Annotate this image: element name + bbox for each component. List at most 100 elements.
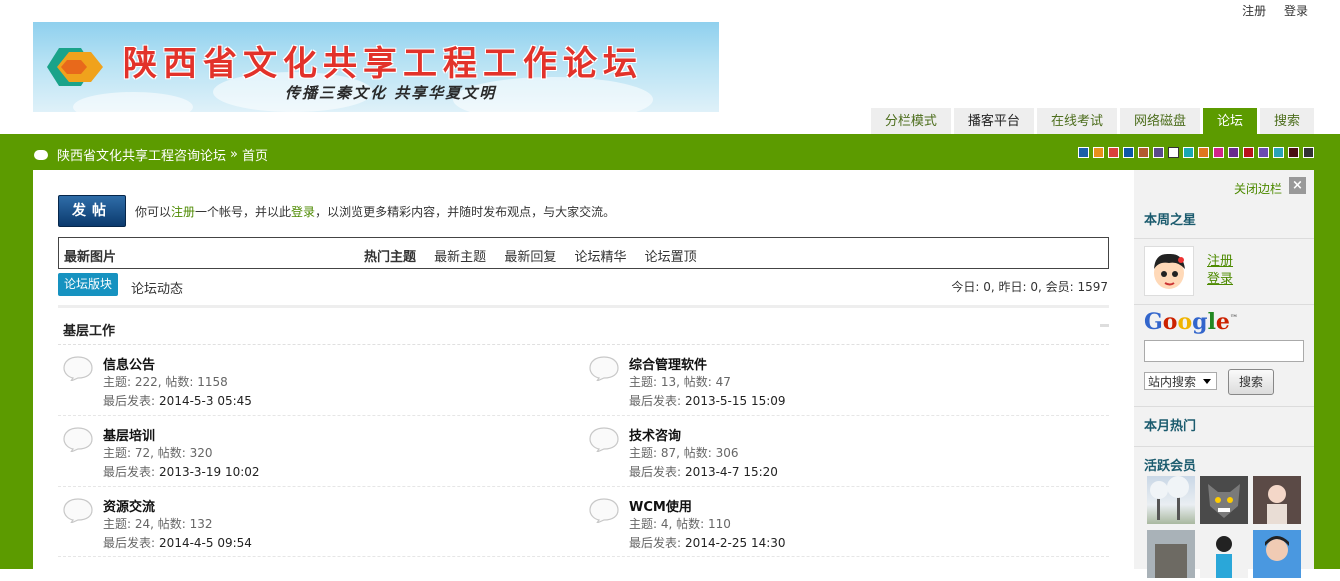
forum-stats: 主题: 13, 帖数: 47 bbox=[629, 375, 731, 389]
color-swatch[interactable] bbox=[1138, 147, 1149, 158]
google-logo: Google™ bbox=[1144, 309, 1238, 335]
section-title[interactable]: 基层工作 bbox=[63, 320, 115, 339]
last-post-time[interactable]: 2013-4-7 15:20 bbox=[685, 465, 778, 479]
color-swatch[interactable] bbox=[1258, 147, 1269, 158]
tab-latest-replies[interactable]: 最新回复 bbox=[504, 250, 556, 265]
tab-forum[interactable]: 论坛 bbox=[1202, 108, 1257, 134]
color-swatch[interactable] bbox=[1228, 147, 1239, 158]
forum-bubble-icon bbox=[62, 426, 94, 454]
forum-last-post: 最后发表: 2013-4-7 15:20 bbox=[629, 465, 778, 479]
color-swatch[interactable] bbox=[1123, 147, 1134, 158]
member-avatar[interactable] bbox=[1200, 476, 1248, 524]
forum-item[interactable]: 基层培训主题: 72, 帖数: 320 最后发表: 2013-3-19 10:02 bbox=[58, 421, 558, 483]
color-swatch[interactable] bbox=[1183, 147, 1194, 158]
notice-login-link[interactable]: 登录 bbox=[291, 205, 315, 219]
last-post-time[interactable]: 2013-5-15 15:09 bbox=[685, 394, 786, 408]
tab-forum-activity[interactable]: 论坛动态 bbox=[131, 278, 183, 297]
close-icon[interactable]: × bbox=[1289, 177, 1306, 194]
divider bbox=[58, 556, 1109, 557]
color-swatch[interactable] bbox=[1303, 147, 1314, 158]
search-scope-select[interactable]: 站内搜索 bbox=[1144, 372, 1217, 390]
color-swatch[interactable] bbox=[1243, 147, 1254, 158]
tab-digest[interactable]: 论坛精华 bbox=[574, 250, 626, 265]
divider bbox=[1134, 446, 1314, 447]
forum-item[interactable]: 技术咨询 主题: 87, 帖数: 306 最后发表: 2013-4-7 15:20 bbox=[584, 421, 1084, 483]
google-search-input[interactable] bbox=[1144, 340, 1304, 362]
breadcrumb-forum[interactable]: 陕西省文化共享工程咨询论坛 bbox=[57, 145, 226, 164]
forum-bubble-icon bbox=[588, 355, 620, 383]
forum-name[interactable]: 信息公告 bbox=[103, 354, 155, 373]
color-swatch[interactable] bbox=[1288, 147, 1299, 158]
sidebar-login-link[interactable]: 登录 bbox=[1207, 268, 1233, 287]
color-swatch[interactable] bbox=[1078, 147, 1089, 158]
tab-podcast[interactable]: 播客平台 bbox=[953, 108, 1034, 134]
color-swatch[interactable] bbox=[1273, 147, 1284, 158]
last-post-time[interactable]: 2014-2-25 14:30 bbox=[685, 536, 786, 550]
forum-stats: 主题: 24, 帖数: 132 bbox=[103, 517, 213, 531]
member-avatar[interactable] bbox=[1200, 530, 1248, 578]
main-nav: 分栏模式 播客平台 在线考试 网络磁盘 论坛 搜索 bbox=[868, 108, 1314, 134]
notice-text: 一个帐号，并以此 bbox=[195, 205, 292, 219]
tab-latest-topics[interactable]: 最新主题 bbox=[434, 250, 486, 265]
forum-name[interactable]: 技术咨询 bbox=[629, 425, 681, 444]
forum-stats: 主题: 72, 帖数: 320 bbox=[103, 446, 213, 460]
login-link[interactable]: 登录 bbox=[1284, 4, 1308, 18]
tab-search[interactable]: 搜索 bbox=[1259, 108, 1314, 134]
wolf-icon bbox=[1200, 476, 1248, 524]
breadcrumb-home[interactable]: 首页 bbox=[242, 145, 268, 164]
divider bbox=[58, 344, 1109, 345]
tab-column-mode[interactable]: 分栏模式 bbox=[870, 108, 951, 134]
notice-text: ，以浏览更多精彩内容，并随时发布观点，与大家交流。 bbox=[315, 205, 616, 219]
tab-online-exam[interactable]: 在线考试 bbox=[1036, 108, 1117, 134]
forum-item[interactable]: 综合管理软件主题: 13, 帖数: 47 最后发表: 2013-5-15 15:09 bbox=[584, 350, 1084, 412]
color-swatch[interactable] bbox=[1213, 147, 1224, 158]
last-post-time[interactable]: 2014-4-5 09:54 bbox=[159, 536, 252, 550]
forum-bubble-icon bbox=[588, 426, 620, 454]
color-swatch[interactable] bbox=[1153, 147, 1164, 158]
cartoon-avatar-icon bbox=[1145, 247, 1193, 295]
member-avatar[interactable] bbox=[1147, 530, 1195, 578]
forum-item[interactable]: 资源交流主题: 24, 帖数: 132 最后发表: 2014-4-5 09:54 bbox=[58, 492, 558, 554]
notice-register-link[interactable]: 注册 bbox=[171, 205, 195, 219]
forum-name[interactable]: 基层培训 bbox=[103, 425, 155, 444]
site-banner[interactable]: 陕西省文化共享工程工作论坛 传播三秦文化 共享华夏文明 bbox=[33, 22, 719, 112]
register-link[interactable]: 注册 bbox=[1242, 4, 1266, 18]
snow-tree-icon bbox=[1150, 476, 1189, 520]
close-sidebar-link[interactable]: 关闭边栏 bbox=[1234, 180, 1282, 197]
member-avatar[interactable] bbox=[1253, 476, 1301, 524]
tab-forum-sections[interactable]: 论坛版块 bbox=[58, 273, 119, 296]
site-logo-icon bbox=[47, 48, 103, 86]
avatar[interactable] bbox=[1144, 246, 1194, 296]
forum-last-post: 最后发表: 2014-4-5 09:54 bbox=[103, 536, 252, 550]
forum-name[interactable]: WCM使用 bbox=[629, 496, 692, 515]
forum-item[interactable]: WCM使用 主题: 4, 帖数: 110 最后发表: 2014-2-25 14:30 bbox=[584, 492, 1084, 554]
tab-hot-topics[interactable]: 热门主题 bbox=[364, 250, 416, 265]
banner-subtitle: 传播三秦文化 共享华夏文明 bbox=[285, 84, 497, 102]
last-post-time[interactable]: 2014-5-3 05:45 bbox=[159, 394, 252, 408]
sidebar: 关闭边栏 × 本周之星 注册 登录 Google™ 站内搜索 搜索 本月热门 活… bbox=[1134, 170, 1314, 578]
color-swatch[interactable] bbox=[1093, 147, 1104, 158]
forum-last-post: 最后发表: 2013-5-15 15:09 bbox=[629, 394, 786, 408]
tab-netdisk[interactable]: 网络磁盘 bbox=[1119, 108, 1200, 134]
forum-name[interactable]: 综合管理软件 bbox=[629, 354, 707, 373]
search-button[interactable]: 搜索 bbox=[1228, 369, 1274, 395]
breadcrumb-separator: » bbox=[230, 147, 238, 162]
color-swatch[interactable] bbox=[1168, 147, 1179, 158]
collapse-icon[interactable] bbox=[1100, 324, 1109, 327]
breadcrumb: 陕西省文化共享工程咨询论坛 » 首页 bbox=[34, 145, 268, 164]
tab-sticky[interactable]: 论坛置顶 bbox=[645, 250, 697, 265]
star-of-week-title: 本周之星 bbox=[1144, 213, 1197, 228]
latest-images-tab[interactable]: 最新图片 bbox=[64, 246, 116, 265]
person-photo-icon bbox=[1253, 476, 1301, 524]
color-swatch[interactable] bbox=[1108, 147, 1119, 158]
sidebar-register-link[interactable]: 注册 bbox=[1207, 250, 1233, 269]
last-post-time[interactable]: 2013-3-19 10:02 bbox=[159, 465, 260, 479]
forum-name[interactable]: 资源交流 bbox=[103, 496, 155, 515]
divider bbox=[1134, 238, 1314, 239]
member-avatar[interactable] bbox=[1147, 476, 1195, 524]
color-swatch[interactable] bbox=[1198, 147, 1209, 158]
new-post-button[interactable]: 发帖 bbox=[58, 195, 126, 227]
forum-last-post: 最后发表: 2013-3-19 10:02 bbox=[103, 465, 260, 479]
forum-item[interactable]: 信息公告 主题: 222, 帖数: 1158 最后发表: 2014-5-3 05:45 bbox=[58, 350, 558, 412]
member-avatar[interactable] bbox=[1253, 530, 1301, 578]
